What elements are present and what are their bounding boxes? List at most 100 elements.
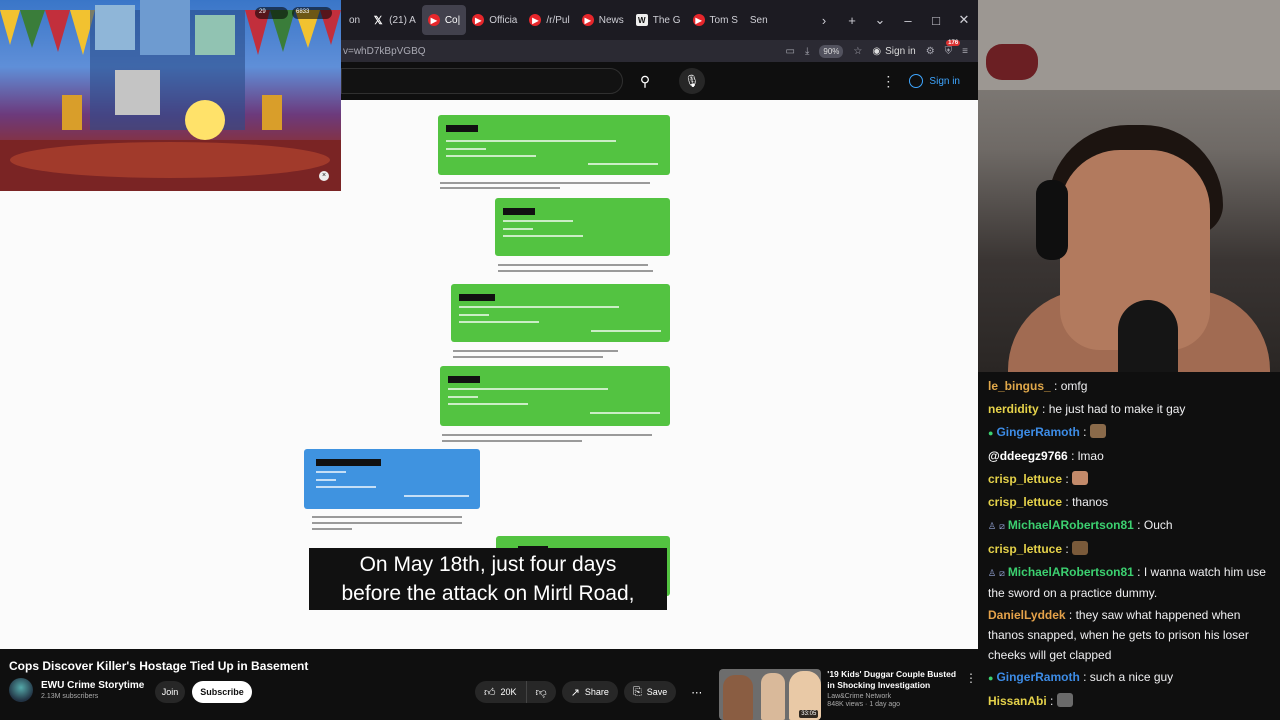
- verified-badge-icon: ●: [988, 428, 994, 438]
- share-icon: ↗: [570, 686, 580, 699]
- channel-name[interactable]: EWU Crime Storytime: [41, 680, 144, 691]
- chat-message: crisp_lettuce :: [988, 538, 1270, 561]
- chat-username[interactable]: GingerRamoth: [996, 670, 1079, 684]
- tab-label: (21) A: [389, 14, 416, 26]
- maximize-icon[interactable]: □: [922, 13, 950, 28]
- more-options-icon[interactable]: ⋮: [965, 669, 977, 720]
- join-button[interactable]: Join: [155, 681, 185, 703]
- game-stat-gems: 6833: [292, 7, 332, 19]
- bookmark-star-icon[interactable]: ☆: [853, 46, 862, 57]
- browser-sign-in[interactable]: ◉ Sign in: [872, 46, 915, 57]
- recommended-video[interactable]: 33:05 '19 Kids' Duggar Couple Busted in …: [719, 669, 977, 720]
- download-icon[interactable]: ⤓: [805, 46, 809, 57]
- chat-username[interactable]: GingerRamoth: [996, 425, 1079, 439]
- browser-tab[interactable]: Sen: [744, 5, 774, 35]
- youtube-sign-in-button[interactable]: Sign in: [909, 74, 960, 88]
- chat-username[interactable]: nerdidity: [988, 402, 1039, 416]
- chat-username[interactable]: crisp_lettuce: [988, 495, 1062, 509]
- search-input[interactable]: [341, 68, 623, 94]
- browser-tab[interactable]: ▶ News: [576, 5, 630, 35]
- url-text[interactable]: v=whD7kBpVGBQ: [341, 46, 426, 57]
- verified-badge-icon: ●: [988, 673, 994, 683]
- more-actions-button[interactable]: ⋯: [682, 681, 711, 703]
- close-icon[interactable]: ×: [319, 171, 329, 181]
- chat-message: crisp_lettuce :: [988, 468, 1270, 491]
- browser-tab[interactable]: on: [343, 5, 366, 35]
- account-icon: ◉: [872, 45, 882, 57]
- recommended-title[interactable]: '19 Kids' Duggar Couple Busted in Shocki…: [827, 669, 965, 691]
- more-options-icon[interactable]: ⋮: [881, 73, 895, 90]
- chat-text: omfg: [1060, 379, 1088, 393]
- browser-tab-bar: on 𝕏 (21) A ▶ Co| ▶ Officia ▶ /r/Pul ▶ News W The G ▶…: [341, 0, 978, 40]
- subtitle-caption: On May 18th, just four days before the a…: [309, 548, 667, 610]
- chat-username[interactable]: @ddeegz9766: [988, 449, 1068, 463]
- message-bubble: [451, 284, 670, 342]
- tab-label: /r/Pul: [546, 14, 570, 26]
- thumbs-down-icon: 👎︎: [535, 686, 547, 699]
- youtube-icon: ▶: [427, 14, 440, 26]
- ublock-icon[interactable]: ⛨ 176: [945, 39, 961, 57]
- sub-badge-icon: ⧄: [999, 568, 1005, 578]
- wall-sign: [986, 44, 1038, 80]
- chat-message: ● GingerRamoth : such a nice guy: [988, 666, 1270, 690]
- chat-username[interactable]: crisp_lettuce: [988, 472, 1062, 486]
- message-bubble: [495, 198, 670, 256]
- tab-label: Tom S: [709, 14, 738, 26]
- recommended-views: 848K views · 1 day ago: [827, 701, 901, 708]
- browser-tab[interactable]: W The G: [630, 5, 687, 35]
- tab-list-icon[interactable]: ⌄: [866, 12, 894, 28]
- tab-label: Sen: [749, 14, 768, 26]
- chat-message: le_bingus_ : omfg: [988, 379, 1088, 393]
- youtube-icon: ▶: [581, 14, 594, 26]
- browser-tab[interactable]: 𝕏 (21) A: [366, 5, 422, 35]
- game-stat-coins: 29: [255, 7, 288, 19]
- zoom-level[interactable]: 90%: [819, 44, 844, 58]
- chat-username[interactable]: HissanAbi: [988, 694, 1047, 708]
- extensions-icon[interactable]: ⚙: [926, 46, 935, 57]
- browser-tab[interactable]: ▶ Tom S: [687, 5, 744, 35]
- chat-message: ♙ ⧄ MichaelARobertson81 : Ouch: [988, 514, 1270, 538]
- streamer-webcam: [978, 0, 1280, 372]
- chat-emote: [1072, 541, 1089, 555]
- search-icon[interactable]: ⚲: [625, 68, 665, 94]
- wikipedia-icon: W: [635, 14, 648, 26]
- channel-avatar[interactable]: [9, 678, 33, 702]
- youtube-icon: ▶: [692, 14, 705, 26]
- close-icon[interactable]: ✕: [950, 12, 978, 28]
- chat-message: nerdidity : he just had to make it gay: [988, 402, 1186, 416]
- sub-badge-icon: ⧄: [999, 521, 1005, 531]
- recommended-thumbnail[interactable]: 33:05: [719, 669, 822, 720]
- save-button[interactable]: ⎘ Save: [623, 681, 677, 703]
- new-tab-icon[interactable]: +: [838, 13, 866, 28]
- message-bubble: [440, 366, 670, 426]
- channel-info[interactable]: EWU Crime Storytime 2.13M subscribers: [9, 678, 144, 702]
- share-button[interactable]: ↗ Share: [561, 681, 618, 703]
- save-icon: ⎘: [632, 685, 642, 698]
- browser-tab[interactable]: ▶ Officia: [466, 5, 523, 35]
- x-logo-icon: 𝕏: [373, 14, 383, 27]
- headset: [1036, 180, 1068, 260]
- chat-emote: [1089, 424, 1106, 438]
- dislike-button[interactable]: 👎︎: [526, 681, 556, 703]
- chat-username[interactable]: MichaelARobertson81: [1008, 565, 1134, 579]
- chat-text: thanos: [1072, 495, 1109, 509]
- chat-username[interactable]: le_bingus_: [988, 379, 1051, 393]
- chat-emote: [1072, 471, 1089, 485]
- like-button[interactable]: 👍︎ 20K: [475, 681, 527, 703]
- microphone-icon[interactable]: 🎙: [679, 68, 705, 94]
- chevron-right-icon[interactable]: ›: [810, 13, 838, 28]
- chat-username[interactable]: crisp_lettuce: [988, 542, 1062, 556]
- thumbs-up-icon: 👍︎: [484, 686, 496, 699]
- minimize-icon[interactable]: –: [894, 13, 922, 28]
- video-actions: 👍︎ 20K 👎︎ ↗ Share ⎘ Save ⋯: [475, 681, 711, 703]
- browser-tab[interactable]: ▶ Co|: [421, 5, 467, 35]
- picture-in-picture-icon[interactable]: ▭: [786, 46, 795, 57]
- subscribe-button[interactable]: Subscribe: [192, 681, 252, 703]
- tab-label: Co|: [444, 14, 461, 26]
- browser-tab[interactable]: ▶ /r/Pul: [523, 5, 575, 35]
- chat-username[interactable]: DanielLyddek: [988, 608, 1066, 622]
- menu-icon[interactable]: ≡: [962, 46, 968, 57]
- address-bar[interactable]: v=whD7kBpVGBQ ▭ ⤓ 90% ☆ ◉ Sign in ⚙ ⛨ 176…: [341, 39, 978, 62]
- recommended-channel[interactable]: Law&Crime Network: [827, 693, 965, 700]
- chat-username[interactable]: MichaelARobertson81: [1008, 518, 1134, 532]
